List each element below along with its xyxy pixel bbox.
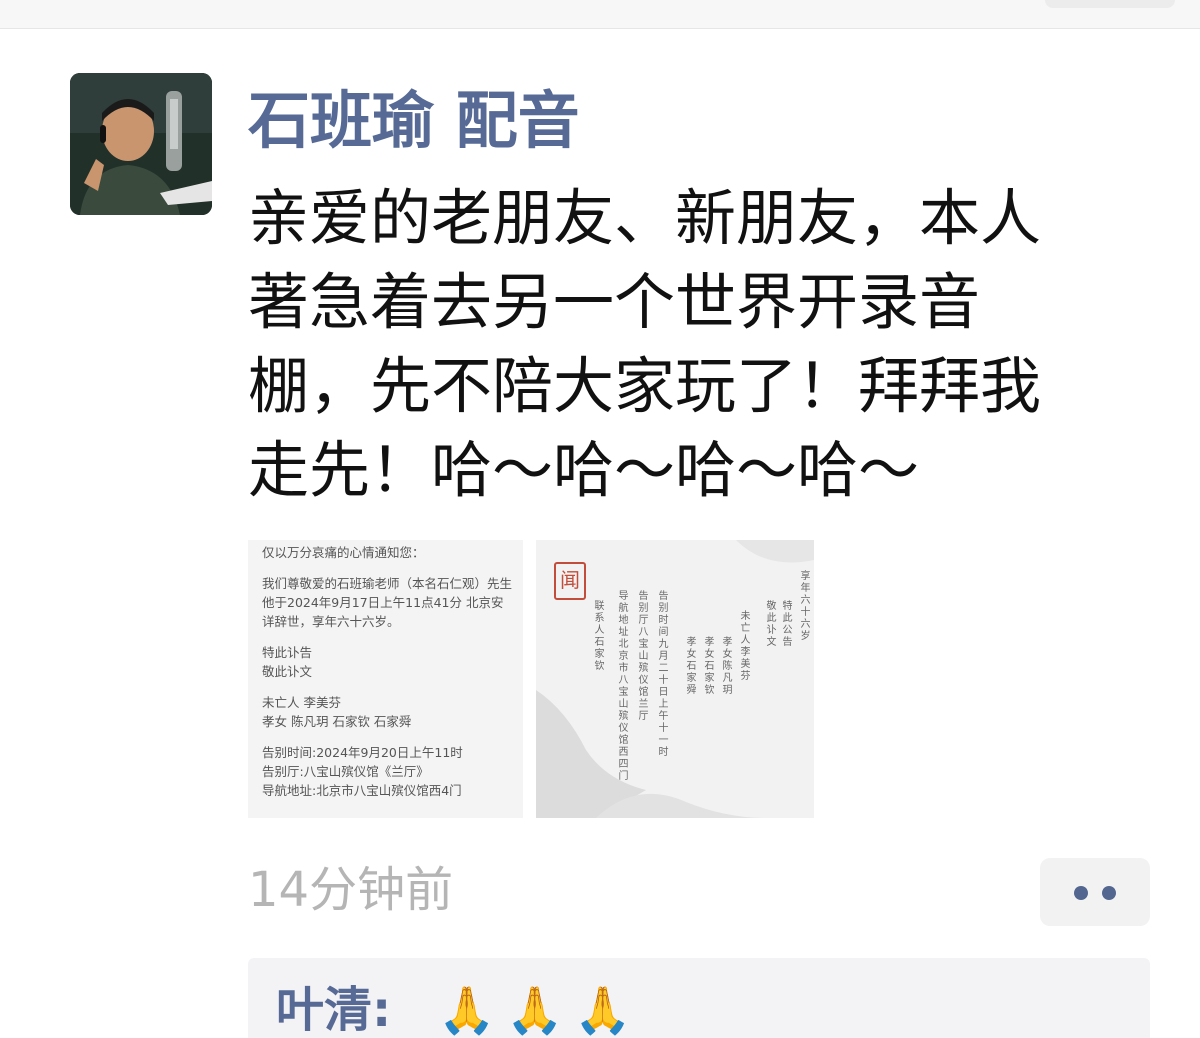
post-author-name[interactable]: 石班瑜 配音 — [248, 86, 580, 156]
scroll-column: 孝女石家舜 — [684, 636, 695, 696]
notice-line: 孝女 陈凡玥 石家钦 石家舜 — [262, 714, 412, 729]
scroll-column: 联系人石家钦 — [592, 600, 603, 672]
folded-hands-icon: 🙏 — [506, 983, 564, 1037]
scroll-column: 告别厅八宝山殡仪馆兰厅 — [636, 590, 647, 722]
scroll-column: 孝女石家钦 — [702, 636, 713, 696]
scroll-column: 敬此讣文 — [764, 600, 775, 648]
post-photo-obituary-scroll[interactable]: 闻 享年六十六岁 特此公告 敬此讣文 未亡人李美芬 孝女陈凡玥 孝女石家钦 孝女… — [536, 540, 814, 818]
comment-box: 叶清: 🙏 🙏 🙏 — [248, 958, 1150, 1038]
post-content-line: 走先！哈～哈～哈～哈～ — [248, 435, 920, 506]
notice-line: 敬此讣文 — [262, 664, 313, 679]
scroll-column: 导航地址北京市八宝山殡仪馆西四门 — [616, 590, 627, 782]
notice-line: 告别时间:2024年9月20日上午11时 — [262, 745, 463, 760]
notice-gap — [262, 681, 522, 693]
scroll-column: 享年六十六岁 — [798, 570, 809, 642]
top-tab-edge — [1045, 0, 1175, 8]
folded-hands-icon: 🙏 — [438, 983, 496, 1037]
notice-line: 导航地址:北京市八宝山殡仪馆西4门 — [262, 783, 462, 798]
notice-line: 他于2024年9月17日上午11点41分 北京安 — [262, 595, 504, 610]
scroll-column: 告别时间九月二十日上午十一时 — [656, 590, 667, 758]
notice-gap — [262, 562, 522, 574]
notice-gap — [262, 631, 522, 643]
notice-gap — [262, 731, 522, 743]
scroll-column: 孝女陈凡玥 — [720, 636, 731, 696]
top-strip — [0, 0, 1200, 29]
author-avatar[interactable] — [70, 73, 212, 215]
notice-line: 仅以万分哀痛的心情通知您： — [262, 545, 425, 560]
post-content-line: 棚，先不陪大家玩了！拜拜我 — [248, 351, 1042, 422]
obituary-notice: 仅以万分哀痛的心情通知您： 我们尊敬爱的石班瑜老师（本名石仁观）先生 他于202… — [262, 540, 522, 800]
notice-line: 告别厅:八宝山殡仪馆《兰厅》 — [262, 764, 429, 779]
comment-author[interactable]: 叶清: — [276, 980, 391, 1038]
notice-line: 详辞世，享年六十六岁。 — [262, 614, 400, 629]
notice-line: 未亡人 李美芬 — [262, 695, 341, 710]
post-photo-obituary-text[interactable]: 仅以万分哀痛的心情通知您： 我们尊敬爱的石班瑜老师（本名石仁观）先生 他于202… — [248, 540, 523, 818]
scroll-column: 未亡人李美芬 — [738, 610, 749, 682]
avatar-photo-icon — [70, 73, 212, 215]
folded-hands-icon: 🙏 — [574, 983, 632, 1037]
post-content-line: 亲爱的老朋友、新朋友，本人 — [248, 183, 1042, 254]
more-options-button[interactable] — [1040, 858, 1150, 926]
notice-line: 特此讣告 — [262, 645, 313, 660]
post-content-line: 著急着去另一个世界开录音 — [248, 267, 981, 338]
notice-line: 我们尊敬爱的石班瑜老师（本名石仁观）先生 — [262, 576, 513, 591]
more-dots-icon — [1074, 886, 1088, 900]
red-seal: 闻 — [554, 562, 586, 600]
scroll-column: 特此公告 — [780, 600, 791, 648]
more-dots-icon — [1102, 886, 1116, 900]
post-timestamp: 14分钟前 — [248, 862, 454, 918]
post-content: 亲爱的老朋友、新朋友，本人 著急着去另一个世界开录音 棚，先不陪大家玩了！拜拜我… — [248, 177, 1148, 513]
